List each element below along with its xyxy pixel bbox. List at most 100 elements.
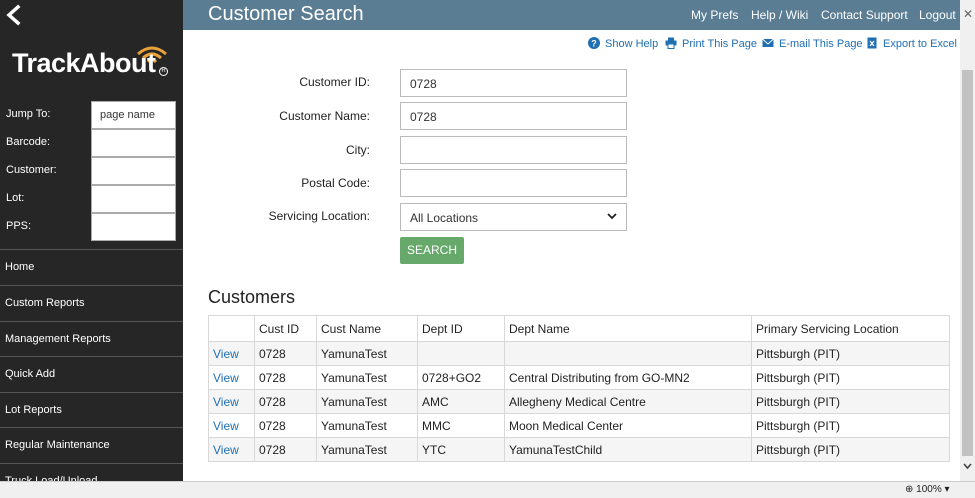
dept-name-cell: Central Distributing from GO-MN2 [504, 365, 752, 390]
zoom-level[interactable]: ⊕ 100% ▾ [905, 484, 950, 495]
postal-code-label: Postal Code: [301, 176, 370, 190]
cust-name-cell: YamunaTest [316, 389, 418, 414]
column-header-dept-name[interactable]: Dept Name [504, 315, 752, 342]
barcode-row: Barcode: [0, 129, 183, 157]
jump-to-label: Jump To: [6, 108, 51, 120]
column-header-cust-name[interactable]: Cust Name [316, 315, 418, 342]
close-icon[interactable]: ✕ [963, 7, 973, 21]
email-icon[interactable] [762, 37, 774, 49]
view-link[interactable]: View [208, 365, 255, 390]
pps-input[interactable] [91, 213, 176, 241]
svg-text:?: ? [591, 39, 597, 49]
nav-quick-add[interactable]: Quick Add [0, 356, 183, 392]
dept-name-cell [504, 341, 752, 366]
cust-id-cell: 0728 [254, 389, 317, 414]
my-prefs-link[interactable]: My Prefs [691, 8, 738, 22]
dept-id-cell: AMC [417, 389, 505, 414]
nav-truck-load-unload[interactable]: Truck Load/Unload [0, 463, 183, 481]
trackabout-logo: TrackAbout [12, 48, 156, 78]
barcode-label: Barcode: [6, 136, 51, 148]
nav-management-reports[interactable]: Management Reports [0, 321, 183, 357]
view-link[interactable]: View [208, 437, 255, 462]
lot-label: Lot: [6, 192, 25, 204]
customer-label: Customer: [6, 164, 57, 176]
nav-home[interactable]: Home [0, 249, 183, 285]
cust-name-cell: YamunaTest [316, 365, 418, 390]
lot-row: Lot: [0, 185, 183, 213]
sidebar: TrackAbout R Jump To: page name Barcode:… [0, 0, 183, 481]
help-wiki-link[interactable]: Help / Wiki [751, 8, 808, 22]
nav-regular-maintenance[interactable]: Regular Maintenance [0, 427, 183, 463]
customers-heading: Customers [208, 287, 296, 307]
table-row: View 0728 YamunaTest 0728+GO2 Central Di… [208, 365, 950, 390]
help-icon[interactable]: ? [588, 37, 600, 49]
customer-input[interactable] [91, 157, 176, 185]
column-header-action [208, 315, 255, 342]
customer-row: Customer: [0, 157, 183, 185]
export-excel-link[interactable]: Export to Excel [883, 38, 957, 50]
cust-id-cell: 0728 [254, 413, 317, 438]
cust-name-cell: YamunaTest [316, 413, 418, 438]
table-row: View 0728 YamunaTest AMC Allegheny Medic… [208, 389, 950, 414]
registered-mark-icon: R [159, 67, 168, 76]
postal-code-input[interactable] [400, 169, 627, 197]
zoom-icon: ⊕ [905, 484, 914, 495]
jump-to-row: Jump To: page name [0, 101, 183, 129]
back-arrow-icon[interactable] [4, 4, 24, 26]
dept-name-cell: Moon Medical Center [504, 413, 752, 438]
servicing-location-label: Servicing Location: [268, 209, 370, 223]
cust-id-cell: 0728 [254, 341, 317, 366]
customers-table: Cust ID Cust Name Dept ID Dept Name Prim… [208, 315, 950, 462]
city-input[interactable] [400, 136, 627, 164]
zoom-dropdown-icon: ▾ [944, 484, 950, 495]
city-label: City: [346, 143, 370, 157]
jump-to-input[interactable]: page name [91, 101, 176, 129]
location-cell: Pittsburgh (PIT) [751, 413, 950, 438]
customer-id-input[interactable]: 0728 [400, 69, 627, 97]
page-title: Customer Search [208, 3, 364, 25]
nav-lot-reports[interactable]: Lot Reports [0, 392, 183, 428]
zoom-value: 100% [916, 484, 942, 495]
chevron-down-icon [607, 213, 617, 220]
app-window: TrackAbout R Jump To: page name Barcode:… [0, 0, 975, 498]
view-link[interactable]: View [208, 413, 255, 438]
pps-label: PPS: [6, 220, 32, 232]
column-header-cust-id[interactable]: Cust ID [254, 315, 317, 342]
show-help-link[interactable]: Show Help [605, 38, 658, 50]
barcode-input[interactable] [91, 129, 176, 157]
header-bar: Customer Search My Prefs Help / Wiki Con… [183, 0, 960, 30]
customer-name-input[interactable]: 0728 [400, 102, 627, 130]
customer-id-label: Customer ID: [299, 75, 370, 89]
table-header-row: Cust ID Cust Name Dept ID Dept Name Prim… [208, 315, 950, 342]
print-page-link[interactable]: Print This Page [682, 38, 757, 50]
location-cell: Pittsburgh (PIT) [751, 437, 950, 462]
view-link[interactable]: View [208, 341, 255, 366]
table-row: View 0728 YamunaTest YTC YamunaTestChild… [208, 437, 950, 462]
status-bar: ⊕ 100% ▾ [0, 481, 975, 498]
dept-id-cell: YTC [417, 437, 505, 462]
view-link[interactable]: View [208, 389, 255, 414]
dept-id-cell [417, 341, 505, 366]
scrollbar-thumb[interactable] [962, 70, 973, 456]
logout-link[interactable]: Logout [919, 8, 956, 22]
servicing-location-select[interactable]: All Locations [400, 203, 627, 231]
customer-name-label: Customer Name: [279, 109, 370, 123]
cust-id-cell: 0728 [254, 365, 317, 390]
dept-name-cell: YamunaTestChild [504, 437, 752, 462]
nav-custom-reports[interactable]: Custom Reports [0, 285, 183, 321]
scroll-down-arrow-icon[interactable] [962, 460, 973, 472]
search-button[interactable]: SEARCH [400, 237, 464, 264]
dept-id-cell: MMC [417, 413, 505, 438]
print-icon[interactable] [665, 37, 677, 49]
lot-input[interactable] [91, 185, 176, 213]
table-row: View 0728 YamunaTest MMC Moon Medical Ce… [208, 413, 950, 438]
location-cell: Pittsburgh (PIT) [751, 389, 950, 414]
email-page-link[interactable]: E-mail This Page [779, 38, 863, 50]
cust-name-cell: YamunaTest [316, 437, 418, 462]
excel-icon[interactable] [866, 37, 878, 49]
cust-id-cell: 0728 [254, 437, 317, 462]
column-header-location[interactable]: Primary Servicing Location [751, 315, 950, 342]
column-header-dept-id[interactable]: Dept ID [417, 315, 505, 342]
location-cell: Pittsburgh (PIT) [751, 365, 950, 390]
contact-support-link[interactable]: Contact Support [821, 8, 908, 22]
